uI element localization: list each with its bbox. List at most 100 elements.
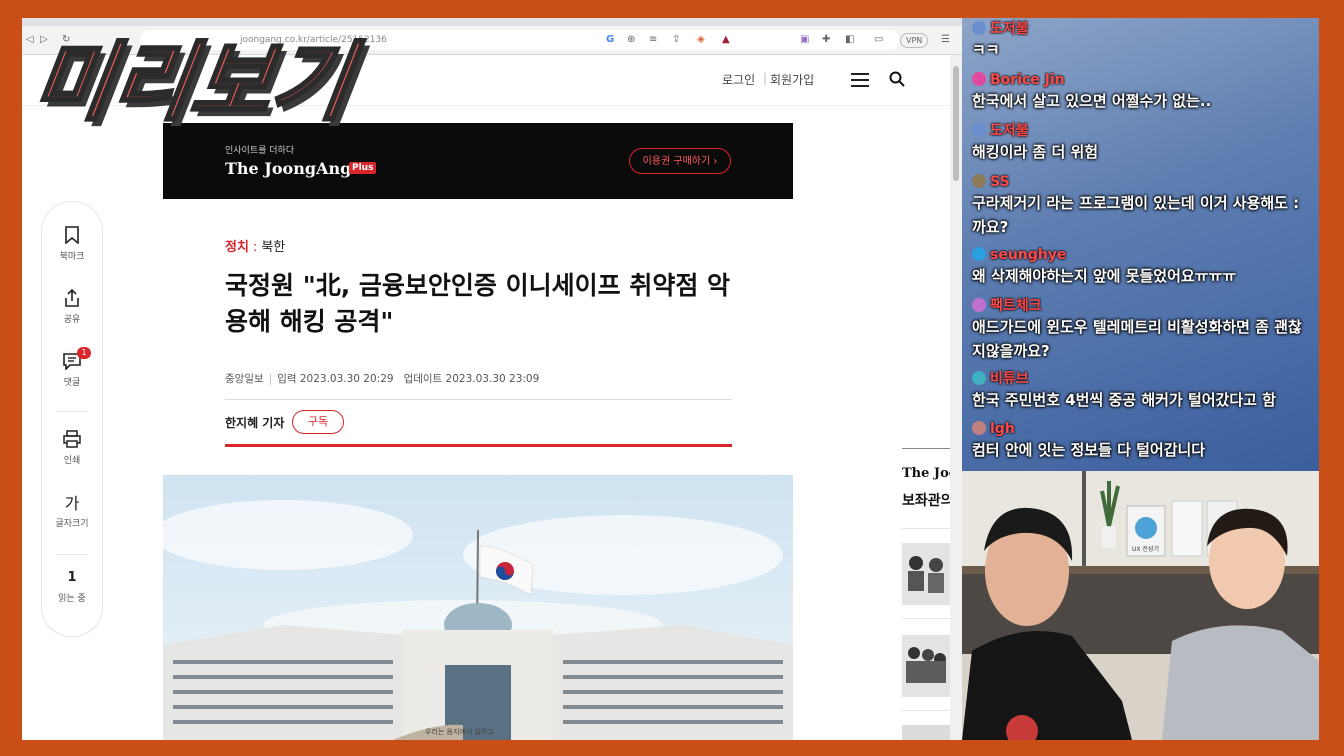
article-category: 정치: 북한	[225, 236, 285, 255]
user-avatar-icon	[972, 123, 986, 137]
chat-text-continued: 지않을까요?	[972, 342, 1050, 360]
font-size-label: 글자크기	[55, 519, 89, 529]
category-separator: :	[252, 240, 258, 255]
chat-message: 도저불 ㅋㅋ	[972, 20, 1317, 62]
chat-text: 왜 삭제해야하는지 앞에 못들었어요ㅠㅠㅠ	[972, 267, 1237, 285]
updated-time: 업데이트 2023.03.30 23:09	[403, 373, 540, 385]
brave-shield-icon[interactable]: ◈	[697, 33, 705, 47]
login-link[interactable]: 로그인	[722, 71, 755, 88]
zoom-icon[interactable]: ⊕	[627, 33, 635, 47]
brave-rewards-icon[interactable]: ▲	[722, 33, 730, 47]
sidebar-section-title: The Joo	[902, 466, 950, 481]
chat-message: lgh 컴터 안에 잇는 정보들 다 털어갑니다	[972, 420, 1317, 462]
subcategory-link[interactable]: 북한	[261, 240, 285, 255]
article-meta: 중앙일보 | 입력 2023.03.30 20:29 업데이트 2023.03.30…	[225, 371, 539, 386]
scrollbar-thumb[interactable]	[953, 66, 959, 181]
chat-text-continued: 까요?	[972, 218, 1009, 236]
bookmark-icon	[65, 226, 79, 244]
meta-separator: |	[268, 373, 273, 385]
rail-divider	[56, 554, 88, 555]
menu-icon[interactable]: ☰	[941, 33, 950, 47]
sidebar-heading[interactable]: 보좌관의	[902, 490, 950, 510]
sidebar-thumbnail[interactable]	[902, 543, 950, 605]
comment-label: 댓글	[63, 378, 81, 388]
article-source: 중앙일보	[225, 373, 264, 385]
chat-text: 한국 주민번호 4번씩 중공 해커가 털어갔다고 함	[972, 391, 1276, 409]
reporter-name[interactable]: 한지혜 기자	[225, 414, 284, 431]
chat-username: lgh	[990, 421, 1015, 437]
sidebar-toggle-icon[interactable]: ◧	[845, 33, 854, 47]
reading-count: 1	[67, 569, 77, 585]
chat-message: SS 구라제거기 라는 프로그램이 있는데 이거 사용해도 : 까요?	[972, 173, 1317, 239]
chat-username: SS	[990, 174, 1010, 190]
meta-divider	[225, 399, 732, 400]
back-icon[interactable]: ◁	[26, 33, 34, 47]
signup-link[interactable]: 회원가입	[770, 71, 814, 88]
article-headline: 국정원 "北, 금융보안인증 이니세이프 취약점 악용해 해킹 공격"	[225, 271, 731, 336]
extension-m-icon[interactable]: ▣	[800, 33, 809, 47]
sidebar-thumbnail[interactable]	[902, 635, 950, 697]
user-avatar-icon	[972, 247, 986, 261]
chat-username: 도저불	[990, 21, 1029, 37]
search-icon[interactable]	[889, 71, 905, 87]
browser-tabstrip	[22, 18, 962, 26]
chat-username: 도저불	[990, 123, 1029, 139]
reading-label: 읽는 중	[58, 594, 86, 604]
hamburger-menu-icon[interactable]	[851, 73, 869, 87]
font-size-glyph: 가	[64, 494, 80, 513]
share-icon	[65, 289, 79, 307]
plus-badge: Plus	[349, 162, 377, 174]
category-link[interactable]: 정치	[225, 240, 249, 255]
article-divider	[225, 444, 732, 447]
user-avatar-icon	[972, 298, 986, 312]
chat-text: 컴터 안에 잇는 정보들 다 털어갑니다	[972, 441, 1206, 459]
chat-message: 도저불 해킹이라 좀 더 위험	[972, 122, 1317, 164]
thumbnail-image	[902, 635, 950, 697]
svg-text:미리보기: 미리보기	[36, 33, 367, 133]
preview-stamp-logo: 미리보기 미리보기	[36, 32, 372, 134]
print-button[interactable]: 인쇄	[42, 428, 102, 466]
chat-text: ㅋㅋ	[972, 41, 1000, 59]
sidebar-divider	[902, 710, 950, 711]
google-icon[interactable]: G	[606, 33, 614, 47]
comment-count-badge: 1	[77, 347, 91, 359]
chat-text: 해킹이라 좀 더 위험	[972, 143, 1099, 161]
print-icon	[63, 430, 81, 448]
chat-message: 팩트체크 애드가드에 윈도우 텔레메트리 비활성화하면 좀 괜찮 지않을까요?	[972, 297, 1317, 363]
buy-pass-button[interactable]: 이용권 구매하기 ›	[629, 148, 731, 174]
plus-banner[interactable]: 인사이트를 더하다 The JoongAng Plus 이용권 구매하기 ›	[163, 123, 793, 199]
user-avatar-icon	[972, 371, 986, 385]
font-size-button[interactable]: 가 글자크기	[42, 491, 102, 529]
user-avatar-icon	[972, 72, 986, 86]
vpn-button[interactable]: VPN	[900, 33, 929, 48]
bookmark-button[interactable]: 북마크	[42, 224, 102, 262]
user-avatar-icon	[972, 421, 986, 435]
user-avatar-icon	[972, 21, 986, 35]
banner-tagline: 인사이트를 더하다	[225, 146, 295, 156]
chat-text: 애드가드에 윈도우 텔레메트리 비활성화하면 좀 괜찮	[972, 318, 1302, 336]
share-button[interactable]: 공유	[42, 287, 102, 325]
published-time: 입력 2023.03.30 20:29	[277, 373, 394, 385]
article-photo[interactable]: 우리는 음지에서 일하고	[163, 475, 793, 740]
article-tool-rail: 북마크 공유 1 댓글 인쇄 가 글자크기 1 읽는 중	[41, 201, 103, 637]
sidebar-rule	[902, 448, 950, 449]
share-page-icon[interactable]: ⇪	[672, 33, 680, 47]
chat-text: 한국에서 살고 있으면 어쩔수가 없는..	[972, 92, 1212, 110]
comment-button[interactable]: 1 댓글	[42, 347, 102, 388]
sidebar-divider	[902, 618, 950, 619]
extensions-puzzle-icon[interactable]: ✚	[822, 33, 830, 47]
chat-username: 팩트체크	[990, 298, 1042, 314]
subscribe-button[interactable]: 구독	[292, 410, 344, 434]
reader-icon[interactable]: ≡	[649, 33, 657, 47]
chat-username: Borice Jin	[990, 72, 1065, 88]
bookmark-label: 북마크	[59, 252, 85, 262]
webcam-feed: UX 전성기	[962, 471, 1319, 740]
rail-divider	[56, 411, 88, 412]
sidebar-thumbnail[interactable]	[902, 725, 950, 740]
chat-message: Borice Jin 한국에서 살고 있으면 어쩔수가 없는..	[972, 71, 1317, 113]
user-avatar-icon	[972, 174, 986, 188]
chat-message: 비튜브 한국 주민번호 4번씩 중공 해커가 털어갔다고 함	[972, 370, 1317, 412]
sidebar-divider	[902, 528, 950, 529]
wallet-icon[interactable]: ▭	[874, 33, 883, 47]
header-separator: |	[763, 71, 768, 85]
